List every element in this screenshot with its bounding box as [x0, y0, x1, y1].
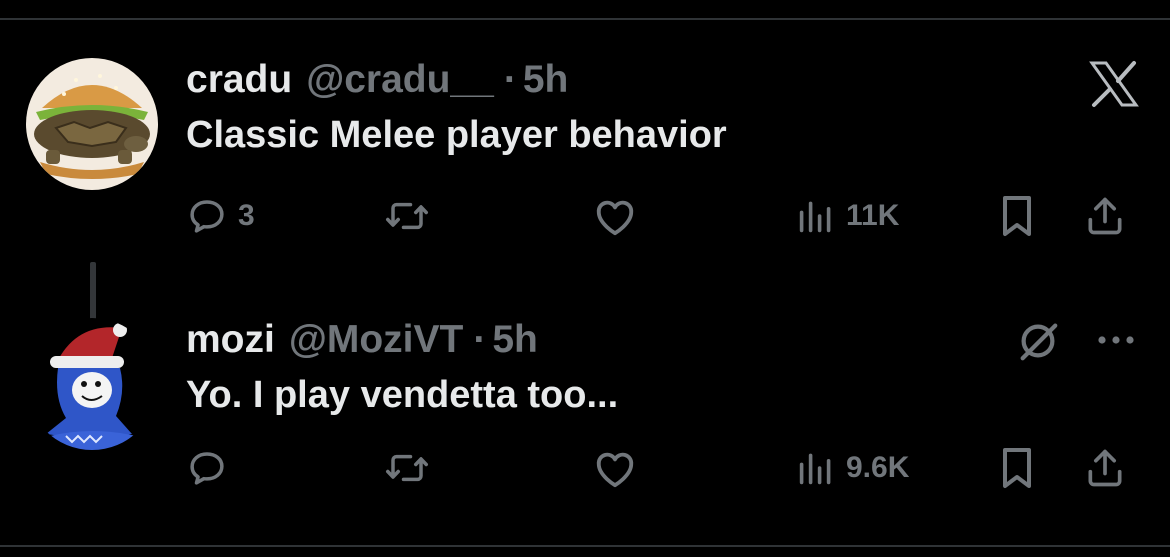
reply-button[interactable]: 3 [186, 192, 255, 240]
turtle-burger-avatar [26, 58, 158, 190]
tweet-header: cradu @cradu__ · 5h [186, 58, 568, 102]
views-count: 11K [846, 199, 900, 232]
bottom-divider [0, 545, 1170, 547]
reply-button[interactable] [186, 444, 238, 492]
reply-count: 3 [238, 199, 255, 232]
bookmark-icon [998, 446, 1036, 490]
bookmark-icon [998, 194, 1036, 238]
user-handle[interactable]: @cradu__ [306, 58, 494, 102]
repost-icon [384, 195, 430, 237]
share-button[interactable] [1084, 192, 1126, 240]
tweet-cradu[interactable]: cradu @cradu__ · 5h Classic Melee player… [0, 58, 1170, 360]
heart-icon [592, 447, 638, 489]
repost-button[interactable] [384, 192, 440, 240]
timestamp[interactable]: 5h [492, 318, 538, 362]
views-count: 9.6K [846, 451, 910, 484]
views-button[interactable]: 11K [796, 192, 899, 240]
blue-character-santa-hat-avatar [26, 318, 158, 450]
like-button[interactable] [592, 192, 648, 240]
separator-dot: · [473, 318, 487, 361]
share-button[interactable] [1084, 444, 1126, 492]
top-divider [0, 18, 1170, 20]
bookmark-button[interactable] [998, 444, 1036, 492]
share-icon [1084, 446, 1126, 490]
views-button[interactable]: 9.6K [796, 444, 909, 492]
heart-icon [592, 195, 638, 237]
x-logo-icon[interactable] [1088, 60, 1140, 113]
action-bar: 9.6K [186, 444, 1146, 492]
repost-icon [384, 447, 430, 489]
separator-dot: · [503, 58, 517, 101]
views-icon [796, 198, 836, 234]
display-name[interactable]: cradu [186, 58, 292, 102]
action-bar: 3 11K [186, 192, 1146, 240]
timestamp[interactable]: 5h [523, 58, 569, 102]
bookmark-button[interactable] [998, 192, 1036, 240]
more-icon[interactable] [1094, 322, 1138, 363]
avatar[interactable] [26, 318, 158, 450]
tweet-header: mozi @MoziVT · 5h [186, 318, 538, 362]
like-button[interactable] [592, 444, 648, 492]
views-icon [796, 450, 836, 486]
tweet-mozi[interactable]: mozi @MoziVT · 5h Yo. I play vendetta to… [0, 318, 1170, 528]
user-handle[interactable]: @MoziVT [289, 318, 464, 362]
tweet-text: Classic Melee player behavior [186, 114, 727, 156]
reply-icon [186, 447, 228, 489]
display-name[interactable]: mozi [186, 318, 275, 362]
grok-icon[interactable] [1014, 318, 1062, 369]
tweet-text: Yo. I play vendetta too... [186, 374, 619, 416]
reply-icon [186, 195, 228, 237]
repost-button[interactable] [384, 444, 440, 492]
share-icon [1084, 194, 1126, 238]
avatar[interactable] [26, 58, 158, 190]
